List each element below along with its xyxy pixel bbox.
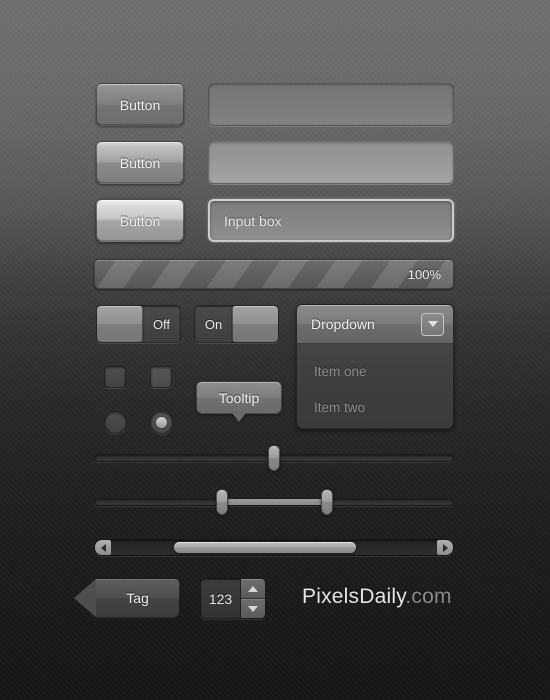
stepper-decrement-icon[interactable] [241,599,265,618]
input-value: Input box [224,212,282,229]
button-normal[interactable]: Button [96,83,184,126]
number-stepper[interactable]: 123 [200,578,266,619]
tag-label: Tag [126,590,149,606]
dropdown-menu[interactable]: Dropdown Item one Item two [296,304,454,429]
radio-button-selected[interactable] [150,411,173,434]
triangle-right-glyph [442,543,448,552]
text-input-focused[interactable]: Input box [208,199,454,242]
tooltip-bubble: Tooltip [196,381,282,414]
triangle-down-glyph [427,321,438,327]
toggle-label: Off [152,316,171,332]
progress-bar: 100% [94,259,454,289]
tag-arrow-point [74,578,97,618]
brand-name: PixelsDaily [302,585,406,608]
triangle-down-glyph [248,605,258,612]
slider-handle-low[interactable] [216,489,228,515]
ui-kit-canvas: Button Button Button Input box 100% Off … [0,0,550,700]
chevron-down-icon[interactable] [421,312,444,336]
button-active[interactable]: Button [96,199,184,242]
horizontal-scrollbar[interactable] [94,539,454,556]
dropdown-selected-label: Dropdown [311,316,375,332]
stepper-arrows [240,579,265,618]
triangle-up-glyph [248,585,258,592]
slider-range-fill [220,499,330,505]
toggle-knob[interactable] [232,306,278,342]
scrollbar-thumb[interactable] [174,542,356,553]
tooltip-pointer [232,413,246,422]
stepper-increment-icon[interactable] [241,579,265,599]
checkbox-normal[interactable] [104,366,126,388]
text-input-hover[interactable] [208,141,454,184]
brand-tld: .com [405,585,452,608]
progress-stripes [95,260,453,288]
tooltip-label: Tooltip [218,389,260,406]
slider-handle-high[interactable] [321,489,333,515]
radio-button-unselected[interactable] [104,411,127,434]
dropdown-item-label: Item two [314,399,366,415]
toggle-knob[interactable] [97,306,143,342]
toggle-label: On [204,316,223,332]
text-input-normal[interactable] [208,83,454,126]
checkbox-hover[interactable] [150,366,172,388]
dropdown-item[interactable]: Item one [297,353,453,389]
button-label: Button [119,154,161,171]
radio-dot-icon [156,417,167,428]
brand-wordmark: PixelsDaily.com [302,585,452,609]
dropdown-item-label: Item one [314,363,367,379]
stepper-value[interactable]: 123 [201,591,240,607]
dropdown-item[interactable]: Item two [297,389,453,425]
scroll-left-icon[interactable] [95,540,111,555]
button-label: Button [119,96,161,113]
slider-handle[interactable] [268,445,280,471]
button-hover[interactable]: Button [96,141,184,184]
progress-label: 100% [407,266,441,282]
scroll-right-icon[interactable] [437,540,453,555]
triangle-left-glyph [100,543,106,552]
slider-range-track[interactable] [94,498,454,506]
toggle-switch-on[interactable]: On [194,305,279,343]
toggle-switch-off[interactable]: Off [96,305,181,343]
button-label: Button [119,212,161,229]
dropdown-header[interactable]: Dropdown [297,305,453,344]
tag-chip[interactable]: Tag [96,578,180,618]
